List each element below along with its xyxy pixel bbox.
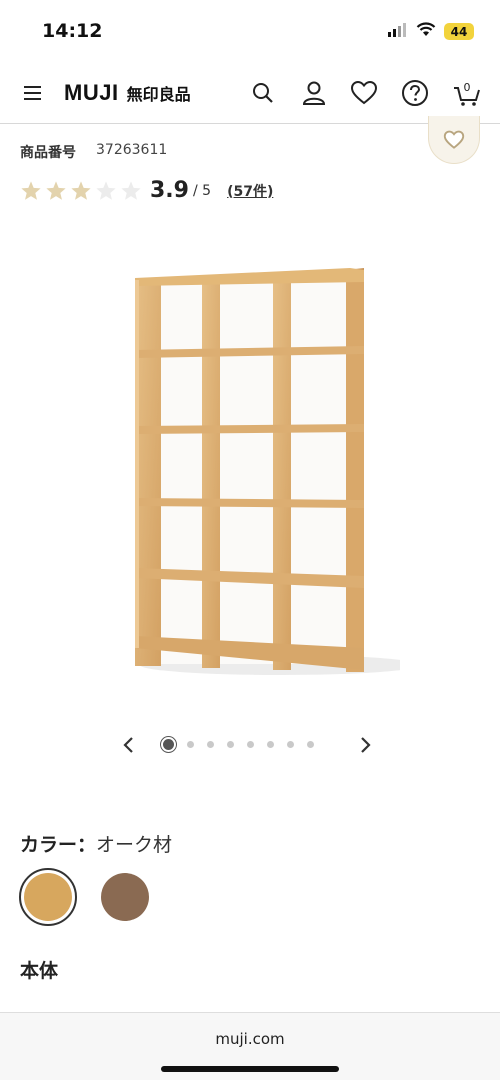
heart-icon <box>350 80 378 105</box>
chevron-right-icon <box>361 737 371 753</box>
color-swatch-walnut[interactable] <box>96 868 154 926</box>
wifi-icon <box>416 22 436 41</box>
status-icons: 44 <box>388 22 474 41</box>
product-number-value: 37263611 <box>96 142 168 158</box>
home-indicator[interactable] <box>161 1066 339 1072</box>
logo-text-jp: 無印良品 <box>126 85 191 104</box>
image-carousel-nav <box>0 730 500 760</box>
product-number-label: 商品番号 <box>20 145 76 161</box>
swatch-fill <box>24 873 72 921</box>
star-icon <box>46 180 66 200</box>
url-field[interactable]: muji.com <box>0 1030 500 1048</box>
account-button[interactable] <box>299 78 329 108</box>
rating-stars <box>20 180 142 202</box>
cart-button[interactable]: 0 <box>452 78 482 108</box>
site-header: MUJI 無印良品 0 <box>0 62 500 124</box>
color-label: カラー： <box>20 834 97 856</box>
oak-shelf-image[interactable] <box>110 250 420 690</box>
status-bar: 14:12 44 <box>0 0 500 60</box>
browser-bottom-bar: muji.com <box>0 1012 500 1080</box>
rating-row: 3.9 / 5 (57件) <box>20 178 273 203</box>
star-icon <box>121 180 141 200</box>
color-swatch-oak[interactable] <box>19 868 77 926</box>
rating-max: / 5 <box>192 182 212 199</box>
help-button[interactable] <box>400 78 430 108</box>
heart-icon <box>443 130 465 149</box>
carousel-dot[interactable] <box>267 741 274 748</box>
color-row: カラー： オーク材 <box>20 830 172 857</box>
status-time: 14:12 <box>42 20 103 42</box>
favorites-button[interactable] <box>349 78 379 108</box>
carousel-dots <box>163 739 314 750</box>
rating-score: 3.9 <box>150 178 189 203</box>
carousel-prev-button[interactable] <box>122 735 136 759</box>
star-icon <box>96 180 116 200</box>
section-title: 本体 <box>20 960 59 982</box>
carousel-dot[interactable] <box>307 741 314 748</box>
star-icon <box>21 180 41 200</box>
muji-logo[interactable]: MUJI 無印良品 <box>64 80 191 106</box>
carousel-dot[interactable] <box>287 741 294 748</box>
carousel-next-button[interactable] <box>358 735 372 759</box>
account-icon <box>302 81 326 105</box>
chevron-left-icon <box>123 737 133 753</box>
search-icon <box>253 83 273 103</box>
battery-icon: 44 <box>444 23 474 40</box>
review-count-link[interactable]: (57件) <box>227 181 273 201</box>
carousel-dot[interactable] <box>227 741 234 748</box>
add-favorite-button[interactable] <box>428 116 480 164</box>
search-button[interactable] <box>248 78 278 108</box>
star-icon <box>71 180 91 200</box>
carousel-dot[interactable] <box>247 741 254 748</box>
cart-count: 0 <box>464 81 471 94</box>
product-number-row: 商品番号 37263611 <box>20 142 167 162</box>
swatch-fill <box>101 873 149 921</box>
color-value: オーク材 <box>96 834 173 856</box>
carousel-dot[interactable] <box>207 741 214 748</box>
menu-icon <box>24 86 41 100</box>
carousel-dot[interactable] <box>163 739 174 750</box>
menu-button[interactable] <box>22 82 44 104</box>
cart-icon: 0 <box>454 81 480 106</box>
signal-icon <box>388 22 408 41</box>
help-icon <box>402 80 428 106</box>
carousel-dot[interactable] <box>187 741 194 748</box>
logo-text-en: MUJI <box>64 80 119 105</box>
